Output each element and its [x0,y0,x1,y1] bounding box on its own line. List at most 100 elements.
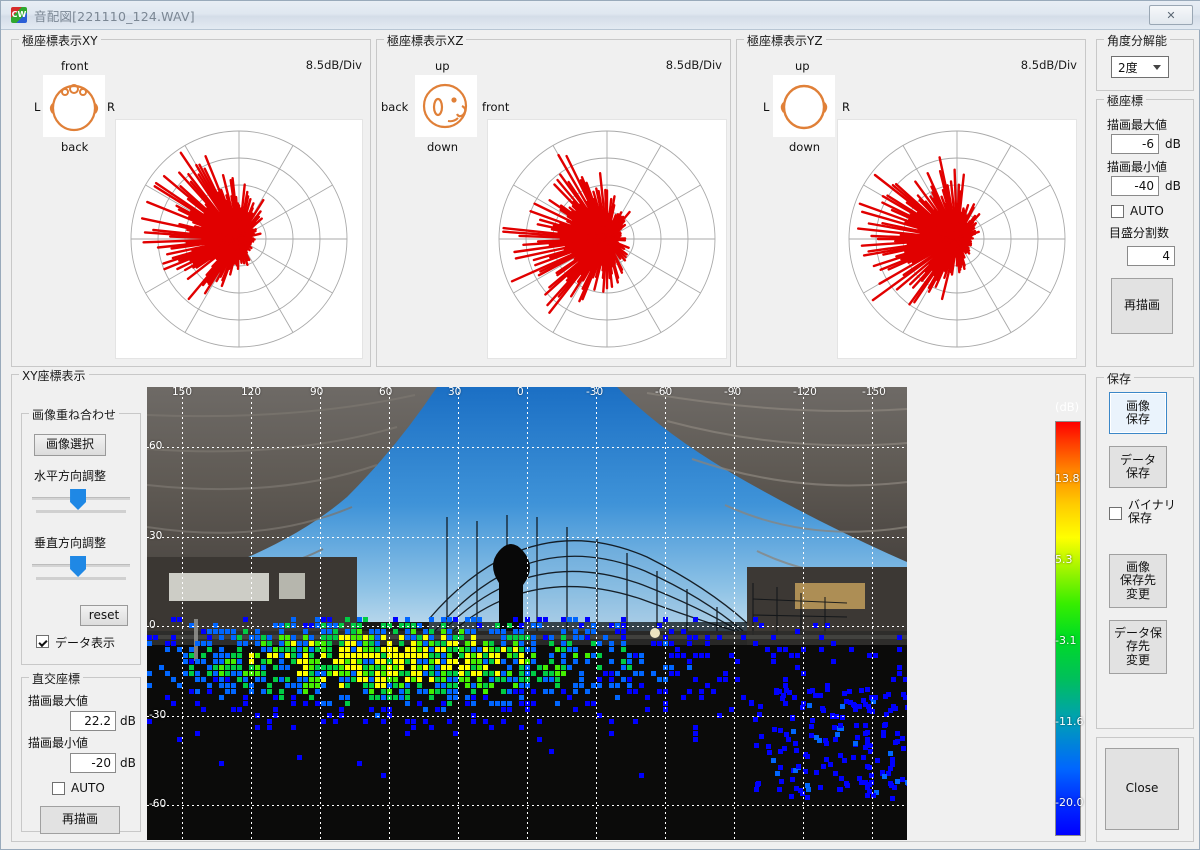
polar-panel-xy: 極座標表示XY 8.5dB/Div front back L R [11,32,371,367]
cartesian-group: 直交座標 描画最大値 22.2 dB 描画最小値 -20 dB AUTO 再描画 [21,670,141,834]
polar-xy-scale: 8.5dB/Div [305,58,362,72]
polar-xz-right-label: front [482,100,510,114]
head-front-view-icon [773,75,835,137]
vertical-adjust-slider[interactable] [32,555,130,583]
polar-plot-xy[interactable] [115,119,363,359]
save-group: 保存 画像 保存 データ 保存 バイナリ 保存 画像 保存先 変更 データ保 存… [1096,370,1194,729]
polar-plot-yz[interactable] [837,119,1077,359]
polar-min-label: 描画最小値 [1107,160,1168,174]
polar-yz-left-label: L [763,100,770,114]
save-legend: 保存 [1104,370,1135,387]
cartesian-min-label: 描画最小値 [28,736,89,750]
chevron-down-icon [1153,65,1161,70]
polar-xz-left-label: back [381,100,409,114]
binary-save-label: バイナリ 保存 [1128,498,1176,526]
polar-plot-yz-svg [848,130,1066,348]
polar-panel-xz-legend: 極座標表示XZ [384,32,467,49]
horizontal-adjust-label: 水平方向調整 [34,469,107,483]
select-image-button[interactable]: 画像選択 [34,434,106,456]
cartesian-redraw-label: 再描画 [61,812,98,827]
image-destination-label: 画像 保存先 変更 [1119,559,1156,601]
image-destination-button[interactable]: 画像 保存先 変更 [1109,554,1167,608]
panorama-axis-labels: 150 120 90 60 30 0 -30 -60 -90 -120 -150 60 30 0 -30 -6… [149,387,886,810]
polar-redraw-button[interactable]: 再描画 [1111,278,1173,334]
data-destination-label: データ保 存先 変更 [1113,625,1162,667]
colorbar-ticks: 13.8 5.3 -3.1 -11.6 -20.0 [1055,472,1084,810]
close-button-label: Close [1125,781,1159,796]
binary-save-checkbox[interactable] [1109,507,1122,520]
data-destination-button[interactable]: データ保 存先 変更 [1109,620,1167,674]
cartesian-min-value: -20 [91,756,111,770]
polar-xy-top-label: front [61,59,89,73]
panorama-heatmap[interactable]: 150 120 90 60 30 0 -30 -60 -90 -120 -150 60 30 0 -30 -6… [147,387,907,840]
polar-settings-group: 極座標 描画最大値 -6 dB 描画最小値 -40 dB AUTO 目盛分割数 … [1096,92,1194,367]
angle-resolution-legend: 角度分解能 [1104,32,1171,49]
title-bar: 音配図[221110_124.WAV] ✕ [1,1,1200,30]
polar-xz-top-label: up [435,59,450,73]
polar-xy-left-label: L [34,100,41,114]
image-save-label: 画像 保存 [1125,398,1150,426]
colorbar: (dB) 13.8 5.3 -3.1 -11.6 -20.0 [1051,387,1091,840]
data-display-label: データ表示 [55,636,116,650]
xy-display-legend: XY座標表示 [19,367,89,384]
cartesian-auto-label: AUTO [71,781,105,795]
image-save-button[interactable]: 画像 保存 [1109,392,1167,434]
cartesian-redraw-button[interactable]: 再描画 [40,806,120,834]
polar-min-value: -40 [1134,179,1154,193]
polar-max-input[interactable]: -6 [1111,134,1159,154]
polar-panel-xz: 極座標表示XZ 8.5dB/Div up down back front [376,32,731,367]
head-top-view-icon [43,75,105,137]
application-window: 音配図[221110_124.WAV] ✕ 極座標表示XY 8.5dB/Div … [0,0,1200,850]
polar-min-unit: dB [1165,179,1181,193]
data-display-checkbox[interactable] [36,635,49,648]
polar-auto-checkbox[interactable] [1111,205,1124,218]
polar-divisions-input[interactable]: 4 [1127,246,1175,266]
horizontal-adjust-slider[interactable] [32,488,130,516]
cartesian-max-value: 22.2 [84,714,111,728]
polar-plot-xz-svg [498,130,716,348]
vertical-slider-ticks [36,577,126,580]
polar-yz-right-label: R [842,100,850,114]
cartesian-max-label: 描画最大値 [28,694,89,708]
cartesian-max-input[interactable]: 22.2 [70,711,116,731]
cartesian-min-input[interactable]: -20 [70,753,116,773]
close-window-button[interactable]: ✕ [1149,5,1193,25]
image-overlay-group: 画像重ね合わせ 画像選択 水平方向調整 垂直方向調整 reset データ表示 [21,406,141,665]
horizontal-slider-thumb[interactable] [70,489,87,510]
polar-redraw-label: 再描画 [1123,298,1160,313]
angle-resolution-value: 2度 [1118,60,1138,75]
polar-auto-label: AUTO [1130,204,1164,218]
polar-panel-xy-legend: 極座標表示XY [19,32,101,49]
polar-xz-bottom-label: down [427,140,459,154]
polar-panel-yz-legend: 極座標表示YZ [744,32,826,49]
polar-panel-yz: 極座標表示YZ 8.5dB/Div up down L R [736,32,1086,367]
close-icon: ✕ [1166,8,1176,22]
window-title: 音配図[221110_124.WAV] [34,8,195,24]
reset-label: reset [88,607,120,622]
polar-plot-xy-svg [130,130,348,348]
polar-max-unit: dB [1165,137,1181,151]
close-button[interactable]: Close [1105,748,1179,830]
polar-yz-scale: 8.5dB/Div [1020,58,1077,72]
polar-min-input[interactable]: -40 [1111,176,1159,196]
cartesian-min-unit: dB [120,756,136,770]
image-overlay-legend: 画像重ね合わせ [29,406,120,423]
polar-max-value: -6 [1142,137,1154,151]
polar-xy-bottom-label: back [61,140,89,154]
polar-xz-scale: 8.5dB/Div [665,58,722,72]
cartesian-auto-checkbox[interactable] [52,782,65,795]
polar-divisions-label: 目盛分割数 [1109,226,1170,240]
polar-xy-right-label: R [107,100,115,114]
cartesian-legend: 直交座標 [29,670,84,687]
reset-button[interactable]: reset [80,605,128,626]
polar-yz-bottom-label: down [789,140,821,154]
data-save-button[interactable]: データ 保存 [1109,446,1167,488]
polar-plot-xz[interactable] [487,119,727,359]
app-icon [11,7,27,23]
vertical-adjust-label: 垂直方向調整 [34,536,107,550]
cartesian-max-unit: dB [120,714,136,728]
polar-settings-legend: 極座標 [1104,92,1147,109]
vertical-slider-thumb[interactable] [70,556,87,577]
angle-resolution-select[interactable]: 2度 [1111,56,1169,78]
angle-resolution-group: 角度分解能 2度 [1096,32,1194,91]
